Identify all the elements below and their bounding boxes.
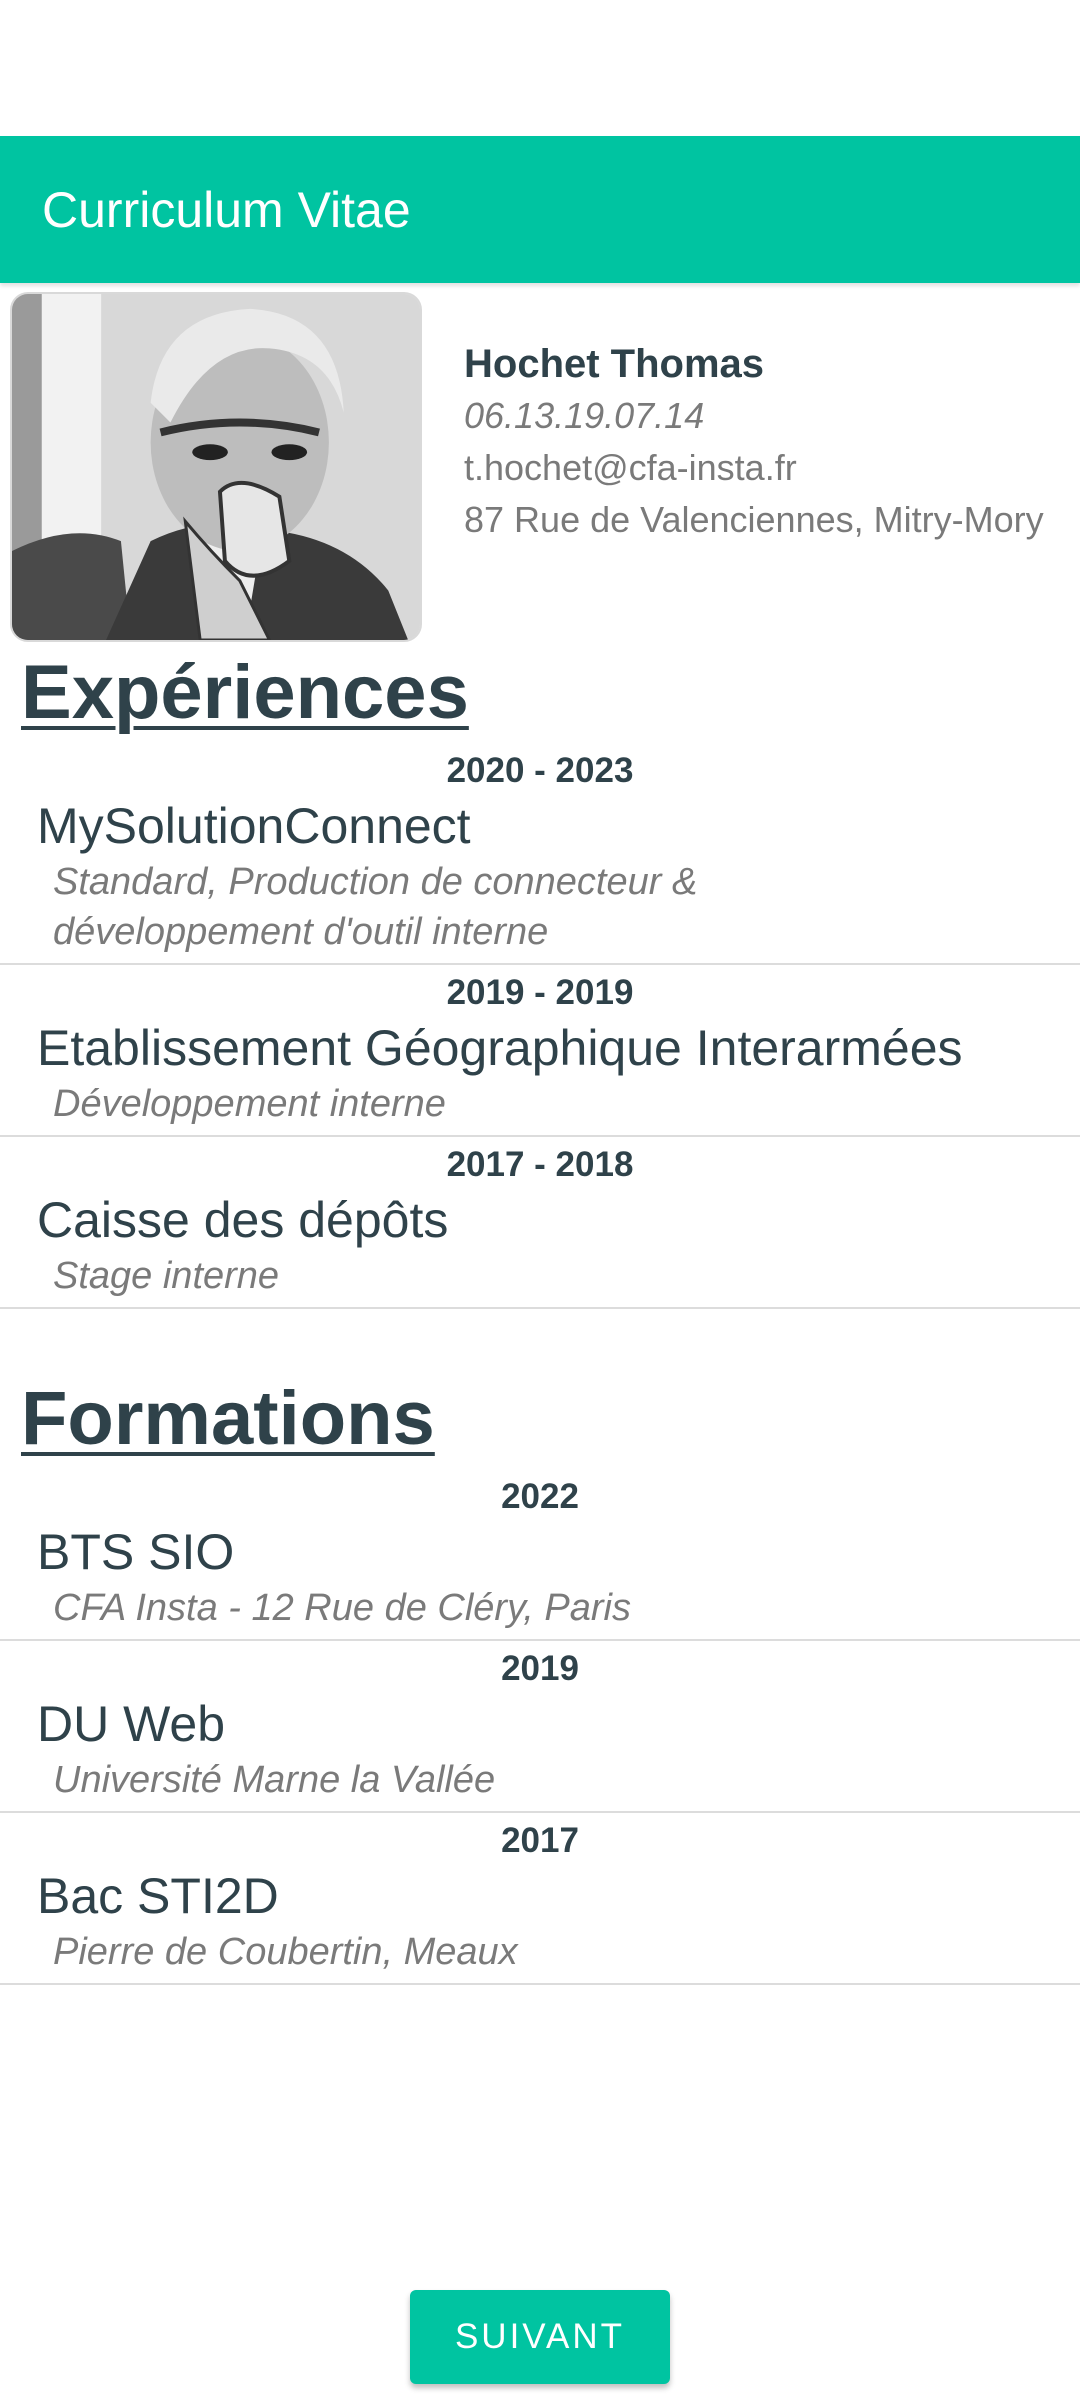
- formations-section: Formations 2022 BTS SIO CFA Insta - 12 R…: [0, 1369, 1080, 1985]
- formation-name: Bac STI2D: [37, 1868, 279, 1924]
- formation-name: DU Web: [37, 1696, 226, 1752]
- experiences-section: Expériences 2020 - 2023 MySolutionConnec…: [0, 643, 1080, 1309]
- experience-company: Caisse des dépôts: [37, 1192, 449, 1248]
- app-title: Curriculum Vitae: [42, 181, 411, 238]
- formation-year: 2022: [501, 1477, 579, 1516]
- phone-number: 06.13.19.07.14: [464, 395, 705, 436]
- profile-photo: [10, 292, 422, 642]
- formations-heading: Formations: [21, 1376, 435, 1461]
- formation-year: 2017: [501, 1821, 579, 1860]
- formation-school: Pierre de Coubertin, Meaux: [53, 1931, 518, 1973]
- formation-item: 2017 Bac STI2D Pierre de Coubertin, Meau…: [0, 1813, 1080, 1985]
- formation-item: 2022 BTS SIO CFA Insta - 12 Rue de Cléry…: [0, 1469, 1080, 1641]
- profile-card: Hochet Thomas 06.13.19.07.14 t.hochet@cf…: [0, 283, 1080, 643]
- next-button[interactable]: SUIVANT: [410, 2290, 670, 2384]
- experience-item: 2019 - 2019 Etablissement Géographique I…: [0, 965, 1080, 1137]
- email-address: t.hochet@cfa-insta.fr: [464, 447, 797, 488]
- experience-company: Etablissement Géographique Interarmées: [37, 1020, 963, 1076]
- experience-item: 2017 - 2018 Caisse des dépôts Stage inte…: [0, 1137, 1080, 1309]
- experience-company: MySolutionConnect: [37, 798, 471, 854]
- footer-actions: SUIVANT: [0, 2290, 1080, 2384]
- experience-date: 2020 - 2023: [446, 751, 634, 790]
- experience-date: 2017 - 2018: [446, 1145, 634, 1184]
- formation-name: BTS SIO: [37, 1524, 235, 1580]
- experience-description: Développement interne: [53, 1083, 446, 1125]
- app-bar: Curriculum Vitae: [0, 136, 1080, 283]
- identity-block: Hochet Thomas 06.13.19.07.14 t.hochet@cf…: [464, 338, 1044, 546]
- experience-date: 2019 - 2019: [446, 973, 634, 1012]
- postal-address: 87 Rue de Valenciennes, Mitry-Mory: [464, 499, 1044, 540]
- formation-item: 2019 DU Web Université Marne la Vallée: [0, 1641, 1080, 1813]
- formation-year: 2019: [501, 1649, 579, 1688]
- experience-item: 2020 - 2023 MySolutionConnect Standard, …: [0, 743, 1080, 965]
- formation-school: CFA Insta - 12 Rue de Cléry, Paris: [53, 1587, 631, 1629]
- status-bar: [0, 0, 1080, 136]
- experience-description: Standard, Production de connecteur & dév…: [53, 861, 698, 953]
- experiences-heading: Expériences: [21, 650, 469, 735]
- formation-school: Université Marne la Vallée: [53, 1759, 496, 1801]
- person-name: Hochet Thomas: [464, 342, 765, 386]
- experience-description: Stage interne: [53, 1255, 280, 1297]
